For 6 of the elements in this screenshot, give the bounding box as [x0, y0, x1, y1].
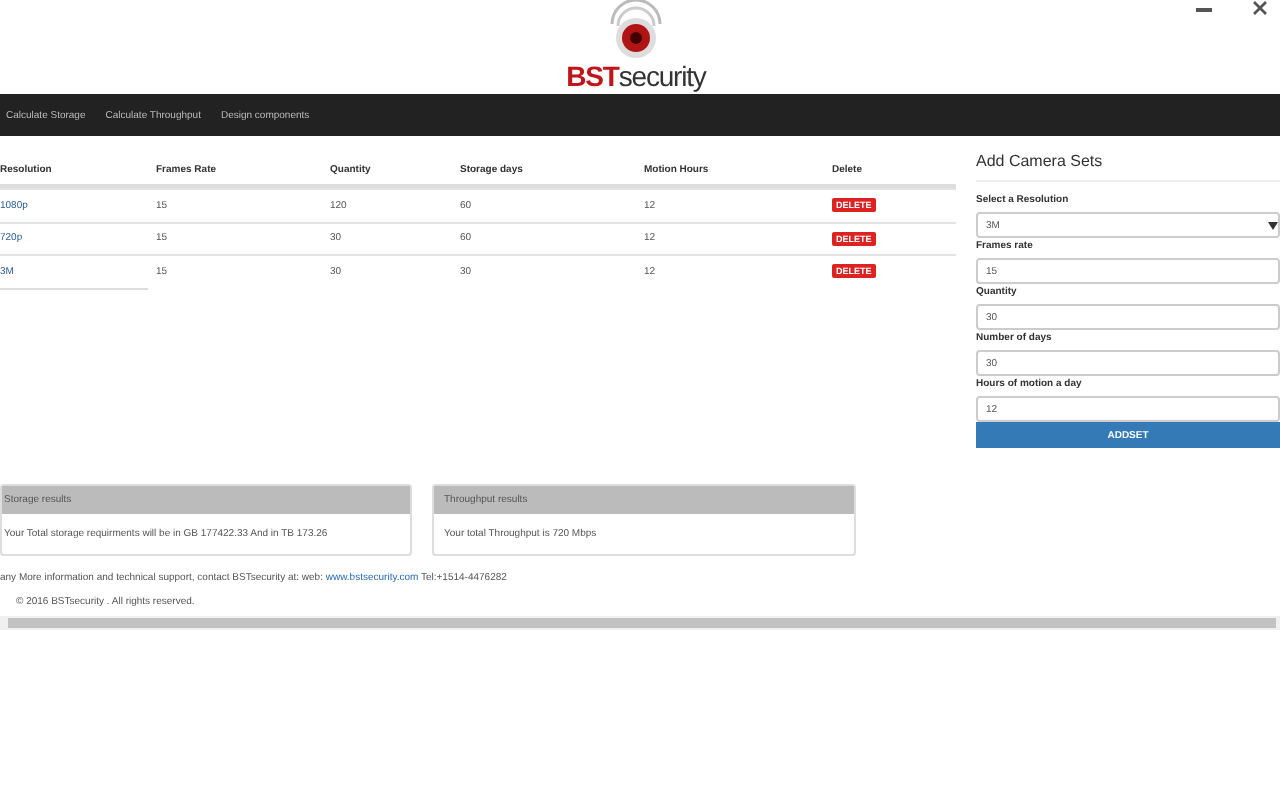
- close-icon[interactable]: [1252, 0, 1268, 16]
- scrollbar[interactable]: [0, 616, 1280, 630]
- logo-text: BSTsecurity: [566, 60, 706, 92]
- scrollbar-thumb[interactable]: [8, 618, 1276, 628]
- panel-title: Add Camera Sets: [976, 152, 1280, 182]
- caret-icon: [1268, 221, 1278, 229]
